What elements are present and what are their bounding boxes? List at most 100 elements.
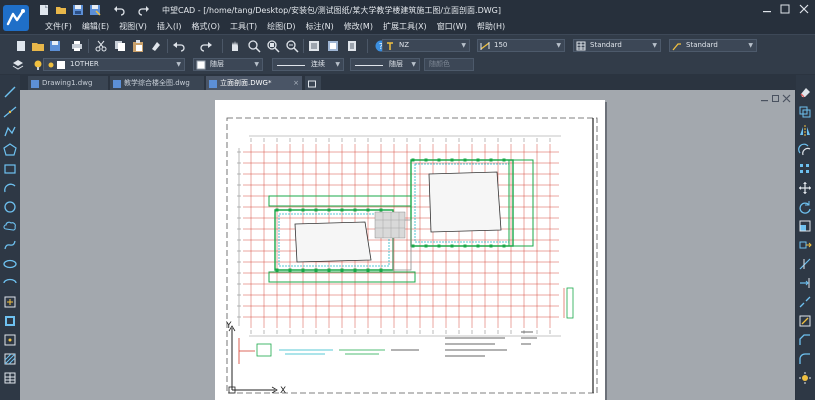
cut-icon[interactable] — [94, 39, 108, 53]
section-marks — [563, 287, 574, 319]
drawing-canvas[interactable]: X Y — [20, 90, 795, 400]
offset-icon[interactable] — [798, 143, 812, 157]
copy-icon[interactable] — [113, 39, 127, 53]
open-folder-icon[interactable] — [55, 4, 67, 16]
print-icon[interactable] — [70, 39, 84, 53]
redo-icon[interactable] — [138, 4, 150, 16]
close-icon[interactable] — [797, 3, 811, 15]
copy-object-icon[interactable] — [798, 105, 812, 119]
polygon-icon[interactable] — [3, 143, 17, 157]
menu-insert[interactable]: 插入(I) — [152, 21, 187, 33]
fillet-icon[interactable] — [798, 352, 812, 366]
erase-icon[interactable] — [798, 85, 812, 99]
menu-format[interactable]: 格式(O) — [186, 21, 225, 33]
polyline-icon[interactable] — [3, 124, 17, 138]
menu-draw[interactable]: 绘图(D) — [262, 21, 300, 33]
menu-help[interactable]: 帮助(H) — [472, 21, 510, 33]
viewport-close-icon[interactable] — [782, 94, 791, 103]
point-icon[interactable] — [3, 333, 17, 347]
layer-manager-icon[interactable] — [11, 58, 25, 72]
design-center-icon[interactable] — [326, 39, 340, 53]
extend-icon[interactable] — [798, 276, 812, 290]
line-icon[interactable] — [3, 85, 17, 99]
ellipse-icon[interactable] — [3, 257, 17, 271]
undo-icon[interactable] — [113, 4, 125, 16]
scale-icon[interactable] — [798, 219, 812, 233]
join-icon[interactable] — [798, 314, 812, 328]
dwg-file-icon — [113, 79, 121, 88]
properties-icon[interactable] — [307, 39, 321, 53]
chevron-down-icon: ▼ — [556, 42, 561, 49]
save-as-icon[interactable] — [89, 4, 101, 16]
undo-tool-icon[interactable] — [172, 39, 186, 53]
explode-icon[interactable] — [798, 371, 812, 385]
close-icon[interactable]: × — [293, 76, 299, 90]
new-tab-button[interactable] — [305, 76, 321, 90]
match-properties-icon[interactable] — [149, 39, 163, 53]
viewport-minimize-icon[interactable] — [760, 94, 769, 103]
zoom-realtime-icon[interactable] — [247, 39, 261, 53]
stretch-icon[interactable] — [798, 238, 812, 252]
multileader-style-select[interactable]: Standard ▼ — [669, 39, 757, 52]
tab-elevation-section[interactable]: 立面剖面.DWG* × — [206, 76, 302, 90]
make-block-icon[interactable] — [3, 314, 17, 328]
column-marker — [327, 268, 331, 272]
menu-window[interactable]: 窗口(W) — [432, 21, 472, 33]
new-icon[interactable] — [14, 39, 28, 53]
minimize-icon[interactable] — [760, 3, 774, 15]
menu-file[interactable]: 文件(F) — [40, 21, 77, 33]
new-file-icon[interactable] — [38, 4, 50, 16]
trim-icon[interactable] — [798, 257, 812, 271]
rectangle-icon[interactable] — [3, 162, 17, 176]
redo-tool-icon[interactable] — [199, 39, 213, 53]
array-icon[interactable] — [798, 162, 812, 176]
zoom-previous-icon[interactable] — [285, 39, 299, 53]
save-tool-icon[interactable] — [48, 39, 62, 53]
dimension-style-select[interactable]: 150 ▼ — [477, 39, 565, 52]
lineweight-select[interactable]: 随层 ▼ — [350, 58, 420, 71]
pan-icon[interactable] — [228, 39, 242, 53]
construction-line-icon[interactable] — [3, 105, 17, 119]
revision-cloud-icon[interactable] — [3, 219, 17, 233]
table-icon[interactable] — [3, 371, 17, 385]
zoom-window-icon[interactable] — [266, 39, 280, 53]
break-icon[interactable] — [798, 295, 812, 309]
layer-select[interactable]: 1OTHER ▼ — [43, 58, 185, 71]
arc-icon[interactable] — [3, 181, 17, 195]
menu-modify[interactable]: 修改(M) — [339, 21, 378, 33]
menu-view[interactable]: 视图(V) — [114, 21, 152, 33]
table-style-select[interactable]: Standard ▼ — [573, 39, 661, 52]
chevron-down-icon: ▼ — [748, 42, 753, 49]
tool-palettes-icon[interactable] — [345, 39, 359, 53]
column-marker — [275, 208, 279, 212]
save-icon[interactable] — [72, 4, 84, 16]
app-logo-icon[interactable] — [3, 5, 29, 31]
tab-complex-building[interactable]: 教学综合楼全图.dwg — [110, 76, 204, 90]
color-select[interactable]: 随层 ▼ — [193, 58, 263, 71]
tab-drawing1[interactable]: Drawing1.dwg — [28, 76, 108, 90]
color-value: 随层 — [210, 60, 224, 68]
menu-dimension[interactable]: 标注(N) — [301, 21, 339, 33]
menu-tools[interactable]: 工具(T) — [225, 21, 262, 33]
menu-edit[interactable]: 编辑(E) — [77, 21, 114, 33]
rotate-icon[interactable] — [798, 200, 812, 214]
maximize-icon[interactable] — [778, 3, 792, 15]
table-style-value: Standard — [590, 41, 622, 49]
mirror-icon[interactable] — [798, 124, 812, 138]
column-marker — [301, 268, 305, 272]
chevron-down-icon: ▼ — [254, 61, 259, 68]
ellipse-arc-icon[interactable] — [3, 276, 17, 290]
title-bar: 中望CAD - [/home/tang/Desktop/安装包/测试图纸/某大学… — [0, 0, 815, 34]
move-icon[interactable] — [798, 181, 812, 195]
open-icon[interactable] — [31, 39, 45, 53]
spline-icon[interactable] — [3, 238, 17, 252]
chamfer-icon[interactable] — [798, 333, 812, 347]
insert-block-icon[interactable] — [3, 295, 17, 309]
paste-icon[interactable] — [131, 39, 145, 53]
menu-express-tools[interactable]: 扩展工具(X) — [378, 21, 432, 33]
hatch-icon[interactable] — [3, 352, 17, 366]
circle-icon[interactable] — [3, 200, 17, 214]
text-style-select[interactable]: NZ ▼ — [382, 39, 470, 52]
viewport-restore-icon[interactable] — [771, 94, 780, 103]
linetype-select[interactable]: 连续 ▼ — [272, 58, 344, 71]
